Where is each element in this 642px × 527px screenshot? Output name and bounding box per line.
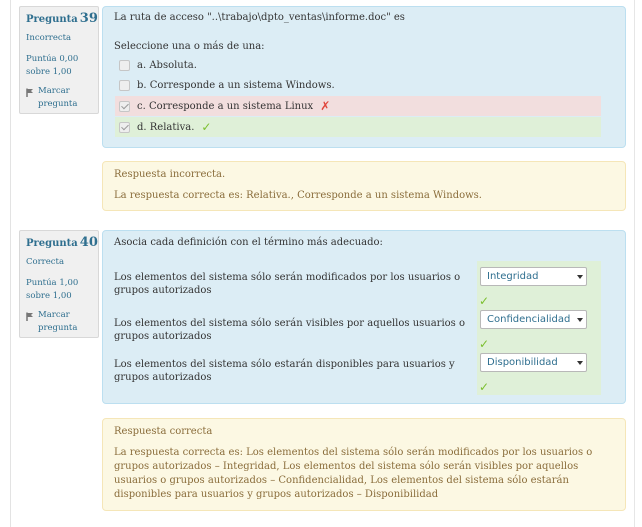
chevron-down-icon (577, 318, 583, 322)
definition-line: Los elementos del sistema sólo estarán d… (114, 359, 455, 370)
left-border-line (10, 0, 11, 527)
question-number: 40 (79, 235, 98, 250)
incorrect-icon: ✗ (320, 99, 331, 113)
question-40-info: Pregunta 40 Correcta Puntúa 1,00 sobre 1,… (19, 230, 99, 338)
answer-label: b. Corresponde a un sistema Windows. (137, 79, 335, 91)
flag-label: Marcar (38, 310, 70, 320)
question-39-state: Incorrecta (26, 33, 72, 43)
match-row-1-definition: Los elementos del sistema sólo serán mod… (114, 271, 469, 297)
checkbox[interactable] (119, 59, 130, 71)
chevron-down-icon (577, 361, 583, 365)
question-39-feedback: Respuesta incorrecta. La respuesta corre… (102, 161, 626, 211)
match-select-3[interactable]: Disponibilidad (480, 353, 587, 372)
question-39-prompt: Seleccione una o más de una: (114, 41, 265, 52)
definition-line: Los elementos del sistema sólo serán vis… (114, 318, 466, 329)
question-39-text: La ruta de acceso "..\trabajo\dpto_venta… (114, 12, 405, 23)
definition-line: Los elementos del sistema sólo serán mod… (114, 272, 461, 283)
right-border-line (634, 0, 635, 527)
flag-label: Marcar (38, 86, 70, 96)
question-40-content: Asocia cada definición con el término má… (102, 230, 626, 404)
flag-icon (26, 312, 33, 321)
answer-label: d. Relativa. (137, 121, 195, 133)
checkbox[interactable] (119, 79, 130, 91)
right-answer-text: La respuesta correcta es: Relativa., Cor… (114, 190, 482, 201)
question-40-flag-link[interactable]: Marcar pregunta (26, 309, 98, 335)
question-39-grade: Puntúa 0,00 sobre 1,00 (26, 53, 98, 79)
question-40-grade: Puntúa 1,00 sobre 1,00 (26, 277, 98, 303)
grade-max-line: sobre 1,00 (26, 67, 72, 77)
flag-label-line2: pregunta (38, 99, 78, 109)
definition-line: grupos autorizados (114, 331, 212, 342)
answer-option-b[interactable]: b. Corresponde a un sistema Windows. (115, 75, 601, 95)
question-40-text: Asocia cada definición con el término má… (114, 237, 383, 248)
match-row-3-definition: Los elementos del sistema sólo estarán d… (114, 358, 469, 384)
question-40-number: Pregunta 40 (26, 236, 98, 250)
correct-icon: ✓ (479, 294, 490, 308)
question-label: Pregunta (26, 14, 78, 25)
checkbox-checked[interactable] (119, 100, 130, 112)
feedback-text: Respuesta correcta (114, 426, 213, 437)
question-40-feedback: Respuesta correcta La respuesta correcta… (102, 418, 626, 511)
answer-option-a[interactable]: a. Absoluta. (115, 55, 601, 75)
right-answer-text: La respuesta correcta es: Los elementos … (114, 447, 593, 500)
grade-line: Puntúa 1,00 (26, 278, 79, 288)
correct-icon: ✓ (201, 120, 212, 134)
definition-line: grupos autorizados (114, 372, 212, 383)
flag-icon (26, 88, 33, 97)
correct-icon: ✓ (479, 380, 490, 394)
match-select-2[interactable]: Confidencialidad (480, 310, 587, 329)
answer-label: c. Corresponde a un sistema Linux (137, 100, 314, 112)
answer-option-c[interactable]: c. Corresponde a un sistema Linux ✗ (115, 96, 601, 116)
grade-max-line: sobre 1,00 (26, 291, 72, 301)
question-label: Pregunta (26, 238, 78, 249)
grade-line: Puntúa 0,00 (26, 54, 79, 64)
flag-label-line2: pregunta (38, 323, 78, 333)
selected-value: Disponibilidad (487, 357, 558, 368)
match-select-1[interactable]: Integridad (480, 267, 587, 286)
feedback-text: Respuesta incorrecta. (114, 169, 226, 180)
question-39-info: Pregunta 39 Incorrecta Puntúa 0,00 sobre … (19, 6, 99, 114)
question-number: 39 (79, 11, 98, 26)
match-row-2-definition: Los elementos del sistema sólo serán vis… (114, 317, 469, 343)
answer-option-d[interactable]: d. Relativa. ✓ (115, 117, 601, 137)
selected-value: Confidencialidad (487, 314, 571, 325)
answer-label: a. Absoluta. (137, 59, 197, 71)
question-39-flag-link[interactable]: Marcar pregunta (26, 85, 98, 111)
question-39-content: La ruta de acceso "..\trabajo\dpto_venta… (102, 6, 626, 148)
definition-line: grupos autorizados (114, 285, 212, 296)
checkbox-checked[interactable] (119, 121, 130, 133)
question-39-number: Pregunta 39 (26, 12, 98, 26)
question-40-state: Correcta (26, 257, 65, 267)
correct-icon: ✓ (479, 337, 490, 351)
selected-value: Integridad (487, 271, 539, 282)
chevron-down-icon (577, 275, 583, 279)
